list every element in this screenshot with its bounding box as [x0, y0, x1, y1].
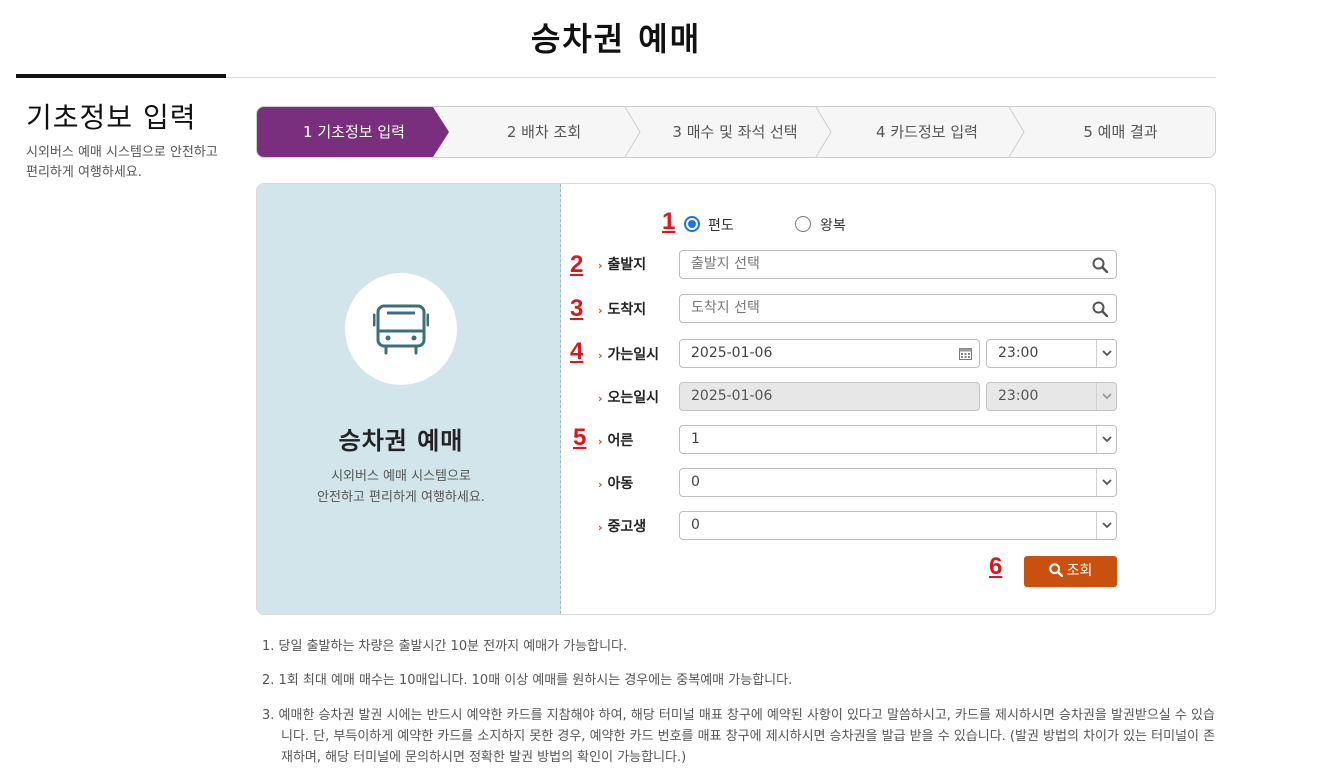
chevron-right-icon: ›	[598, 259, 603, 272]
chevron-right-icon: ›	[598, 478, 603, 491]
child-count-select[interactable]: 0	[679, 468, 1117, 497]
step-indicator: 1 기초정보 입력 2 배차 조회 3 매수 및 좌석 선택 4 카드정보 입력…	[256, 106, 1216, 158]
section-title: 기초정보 입력	[26, 101, 197, 134]
marker-3: 3	[570, 295, 584, 322]
booking-info-panel: 승차권 예매 시외버스 예매 시스템으로 안전하고 편리하게 여행하세요.	[257, 184, 561, 614]
step-4: 4 카드정보 입력	[876, 123, 978, 141]
page-title: 승차권 예매	[530, 20, 702, 58]
departure-label: › 출발지	[598, 254, 646, 274]
adult-label: › 어른	[598, 430, 633, 450]
student-label: › 중고생	[598, 516, 646, 536]
notice-item: 2. 1회 최대 예매 매수는 10매입니다. 10매 이상 예매를 원하시는 …	[262, 673, 793, 688]
chevron-down-icon	[1102, 522, 1112, 529]
chevron-right-icon: ›	[598, 392, 603, 405]
student-dropdown-arrow	[1096, 512, 1116, 539]
step-5: 5 예매 결과	[1083, 123, 1158, 141]
chevron-right-icon: ›	[598, 521, 603, 534]
marker-1: 1	[662, 208, 676, 235]
return-datetime-label-text: 오는일시	[607, 390, 660, 406]
step-2: 2 배차 조회	[506, 123, 582, 141]
student-label-text: 중고생	[607, 519, 647, 535]
return-date-field: 2025-01-06	[679, 382, 980, 411]
search-icon	[1048, 563, 1063, 578]
adult-count-value: 1	[691, 431, 700, 447]
panel-description: 시외버스 예매 시스템으로 안전하고 편리하게 여행하세요.	[257, 466, 545, 508]
notice-item: 1. 당일 출발하는 차량은 출발시간 10분 전까지 예매가 가능합니다.	[262, 639, 628, 654]
chevron-down-icon	[1102, 350, 1112, 357]
go-time-dropdown-arrow	[1096, 340, 1116, 367]
panel-title: 승차권 예매	[338, 427, 464, 455]
panel-description-line-2: 안전하고 편리하게 여행하세요.	[317, 490, 485, 505]
one-way-label[interactable]: 편도	[708, 215, 734, 235]
return-time-select: 23:00	[986, 382, 1117, 411]
go-time-value: 23:00	[998, 345, 1039, 361]
return-datetime-label: › 오는일시	[598, 387, 659, 407]
round-trip-radio[interactable]	[795, 216, 811, 232]
chevron-down-icon	[1102, 436, 1112, 443]
return-date-value: 2025-01-06	[691, 388, 773, 404]
return-time-dropdown-arrow	[1096, 383, 1116, 410]
header-divider	[226, 77, 1216, 78]
return-time-value: 23:00	[998, 388, 1039, 404]
go-time-select[interactable]: 23:00	[986, 339, 1117, 368]
marker-4: 4	[570, 338, 584, 365]
chevron-right-icon: ›	[598, 435, 603, 448]
departure-label-text: 출발지	[607, 257, 647, 273]
chevron-right-icon: ›	[598, 349, 603, 362]
child-dropdown-arrow	[1096, 469, 1116, 496]
go-datetime-label: › 가는일시	[598, 344, 659, 364]
notice-item: 3. 예매한 승차권 발권 시에는 반드시 예약한 카드를 지참해야 하여, 해…	[262, 708, 1216, 765]
step-1: 1 기초정보 입력	[303, 123, 405, 141]
adult-count-select[interactable]: 1	[679, 425, 1117, 454]
child-count-value: 0	[691, 474, 700, 490]
student-count-select[interactable]: 0	[679, 511, 1117, 540]
arrival-label-text: 도착지	[607, 302, 647, 318]
title-underline	[16, 74, 226, 78]
chevron-right-icon: ›	[598, 304, 603, 317]
chevron-down-icon	[1102, 479, 1112, 486]
arrival-placeholder: 도착지 선택	[691, 300, 760, 316]
student-count-value: 0	[691, 517, 700, 533]
chevron-down-icon	[1102, 393, 1112, 400]
departure-field[interactable]: 출발지 선택	[679, 250, 1117, 279]
round-trip-label[interactable]: 왕복	[820, 215, 846, 235]
search-icon	[1092, 301, 1108, 317]
one-way-radio[interactable]	[684, 216, 700, 232]
bus-icon-circle	[345, 273, 457, 385]
panel-description-line-1: 시외버스 예매 시스템으로	[331, 469, 471, 484]
step-3: 3 매수 및 좌석 선택	[672, 123, 798, 141]
adult-dropdown-arrow	[1096, 426, 1116, 453]
go-date-field[interactable]: 2025-01-06	[679, 339, 980, 368]
arrival-label: › 도착지	[598, 299, 646, 319]
calendar-icon[interactable]	[959, 347, 972, 360]
marker-2: 2	[570, 251, 584, 278]
adult-label-text: 어른	[607, 433, 634, 449]
search-button-label: 조회	[1066, 563, 1093, 579]
search-icon	[1092, 257, 1108, 273]
child-label: › 아동	[598, 473, 633, 493]
departure-placeholder: 출발지 선택	[691, 256, 760, 272]
section-description: 시외버스 예매 시스템으로 안전하고 편리하게 여행하세요.	[26, 145, 218, 180]
marker-6: 6	[989, 553, 1003, 580]
search-button[interactable]: 조회	[1024, 556, 1117, 587]
bus-icon	[373, 304, 429, 355]
arrival-field[interactable]: 도착지 선택	[679, 294, 1117, 323]
child-label-text: 아동	[607, 476, 634, 492]
marker-5: 5	[573, 424, 587, 451]
go-date-value: 2025-01-06	[691, 345, 773, 361]
go-datetime-label-text: 가는일시	[607, 347, 660, 363]
